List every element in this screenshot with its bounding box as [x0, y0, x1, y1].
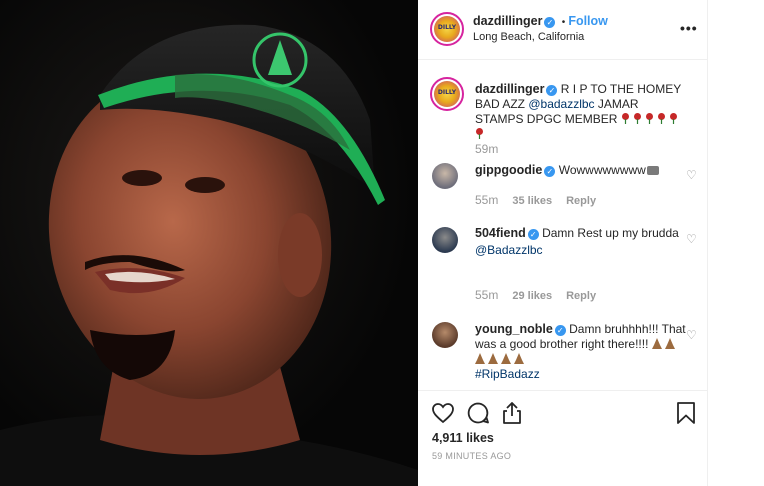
author-avatar-text: DILLY — [437, 24, 457, 31]
caption: dazdillinger ✓ R I P TO THE HOMEY BAD AZZ… — [475, 82, 689, 142]
comment-username[interactable]: young_noble — [475, 322, 553, 336]
comment: gippgoodie ✓ Wowwwwwwww — [475, 163, 689, 178]
comments-list[interactable]: DILLY dazdillinger ✓ R I P TO THE HOMEY B… — [418, 60, 708, 390]
author-line: dazdillinger ✓ • Follow — [473, 14, 608, 28]
caption-avatar-image: DILLY — [434, 81, 460, 107]
post-location[interactable]: Long Beach, California — [473, 31, 584, 43]
caption-username[interactable]: dazdillinger — [475, 82, 544, 96]
author-username[interactable]: dazdillinger — [473, 14, 542, 28]
caption-avatar-text: DILLY — [437, 89, 457, 96]
comment-avatar[interactable] — [432, 322, 458, 348]
heart-icon[interactable] — [431, 401, 455, 425]
rose-icon — [476, 128, 483, 139]
verified-icon: ✓ — [544, 17, 556, 28]
praying-hands-icon — [488, 353, 498, 364]
verified-icon: ✓ — [527, 229, 539, 240]
comment-text: Damn Rest up my brudda — [542, 226, 679, 240]
comment: young_noble ✓ Damn bruhhhh!!! That was a … — [475, 322, 689, 382]
comment-icon[interactable] — [466, 401, 490, 425]
comment: 504fiend ✓ Damn Rest up my brudda @Badazz… — [475, 226, 689, 258]
verified-icon: ✓ — [544, 166, 556, 177]
rose-icon — [657, 113, 665, 124]
post-header: DILLY dazdillinger ✓ • Follow Long Beach, … — [418, 0, 708, 60]
verified-icon: ✓ — [554, 325, 566, 336]
post-photo — [0, 0, 418, 486]
praying-hands-icon — [475, 353, 485, 364]
comment-hashtag[interactable]: #RipBadazz — [475, 367, 540, 381]
comment-meta: 55m 35 likes Reply — [475, 193, 596, 207]
praying-hands-icon — [514, 353, 524, 364]
rose-icon — [669, 113, 677, 124]
comment-username[interactable]: gippgoodie — [475, 163, 542, 177]
follow-button[interactable]: Follow — [568, 14, 608, 28]
post-actions: 4,911 likes 59 MINUTES AGO — [418, 390, 708, 486]
post-side-panel: DILLY dazdillinger ✓ • Follow Long Beach, … — [418, 0, 764, 486]
comment-like-heart-icon[interactable]: ♡ — [686, 329, 698, 341]
caption-time: 59m — [475, 142, 499, 156]
rose-icon — [621, 113, 629, 124]
comment-time: 55m — [475, 288, 499, 302]
post-details: DILLY dazdillinger ✓ • Follow Long Beach, … — [418, 0, 708, 486]
author-avatar-image: DILLY — [434, 16, 460, 42]
comment-text: Wowwwwwwww — [558, 163, 646, 177]
comment-likes[interactable]: 29 likes — [512, 290, 552, 302]
comment-reply[interactable]: Reply — [566, 195, 596, 207]
likes-count[interactable]: 4,911 likes — [432, 431, 494, 445]
comment-avatar[interactable] — [432, 227, 458, 253]
comment-avatar[interactable] — [432, 163, 458, 189]
comment-like-heart-icon[interactable]: ♡ — [686, 233, 698, 245]
caption-avatar[interactable]: DILLY — [430, 77, 464, 111]
comment-mention[interactable]: @Badazzlbc — [475, 243, 543, 257]
more-icon[interactable]: ••• — [680, 20, 698, 36]
verified-icon: ✓ — [546, 85, 558, 96]
share-icon[interactable] — [500, 401, 524, 425]
comment-time: 55m — [475, 193, 499, 207]
comment-reply[interactable]: Reply — [566, 290, 596, 302]
comment-meta: 55m 29 likes Reply — [475, 288, 596, 302]
praying-hands-icon — [501, 353, 511, 364]
caption-mention[interactable]: @badazzlbc — [528, 97, 594, 111]
praying-hands-icon — [664, 338, 675, 349]
camera-emoji — [646, 166, 659, 175]
post-timestamp: 59 MINUTES AGO — [432, 451, 512, 461]
comment-username[interactable]: 504fiend — [475, 226, 526, 240]
comment-like-heart-icon[interactable]: ♡ — [686, 169, 698, 181]
bookmark-icon[interactable] — [674, 401, 698, 425]
comment-likes[interactable]: 35 likes — [512, 195, 552, 207]
rose-icon — [645, 113, 653, 124]
author-avatar[interactable]: DILLY — [430, 12, 464, 46]
praying-hands-icon — [651, 338, 662, 349]
rose-icon — [633, 113, 641, 124]
post-photo-portrait — [0, 24, 418, 486]
separator-dot: • — [561, 17, 566, 28]
